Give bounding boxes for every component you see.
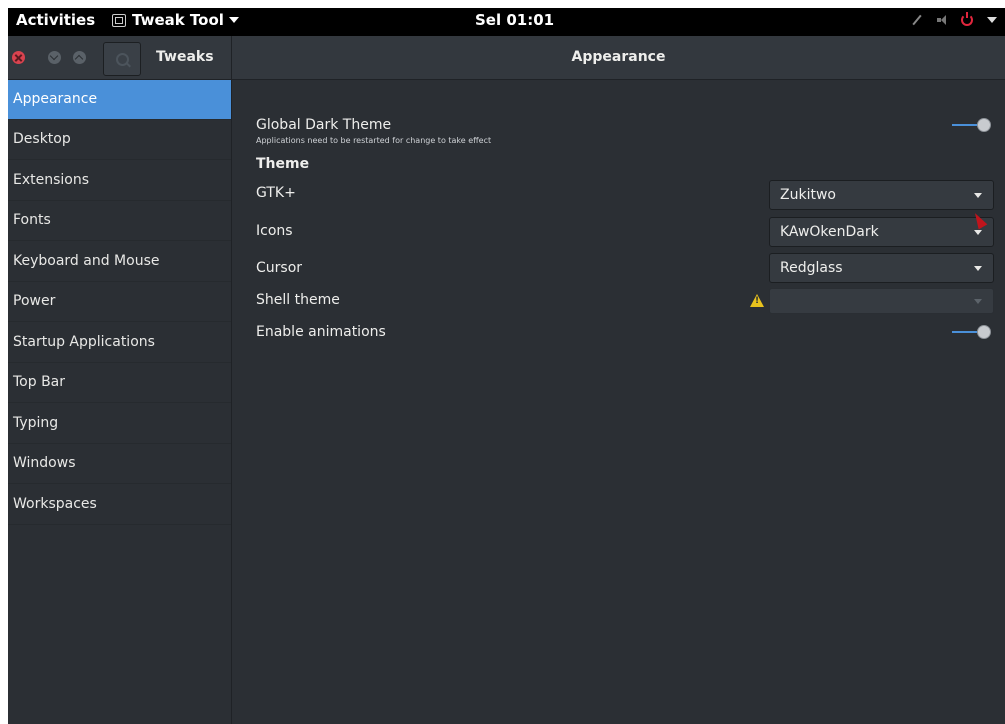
sidebar-item-keyboard-and-mouse[interactable]: Keyboard and Mouse: [8, 242, 231, 282]
app-menu-label: Tweak Tool: [132, 11, 224, 29]
header-bar: Tweaks Appearance: [8, 36, 1005, 80]
warning-icon: [750, 294, 764, 307]
chevron-down-icon: [974, 193, 982, 198]
page-title: Appearance: [571, 49, 666, 65]
volume-icon: [937, 15, 947, 25]
enable-animations-switch[interactable]: [952, 325, 994, 339]
system-tray[interactable]: [911, 12, 997, 26]
sidebar-item-extensions[interactable]: Extensions: [8, 161, 231, 201]
cursor-theme-value: Redglass: [780, 260, 843, 276]
sidebar-item-top-bar[interactable]: Top Bar: [8, 363, 231, 403]
sidebar-item-workspaces[interactable]: Workspaces: [8, 485, 231, 525]
clock[interactable]: Sel 01:01: [475, 11, 554, 29]
chevron-down-icon: [974, 230, 982, 235]
switch-knob: [977, 325, 991, 339]
pen-icon: [912, 14, 922, 26]
cursor-label: Cursor: [256, 260, 303, 276]
cursor-theme-combo[interactable]: Redglass: [769, 253, 994, 283]
restart-note: Applications need to be restarted for ch…: [256, 136, 492, 145]
sidebar-item-startup-applications[interactable]: Startup Applications: [8, 323, 231, 363]
icons-label: Icons: [256, 223, 293, 239]
global-dark-theme-switch[interactable]: [952, 118, 994, 132]
chevron-down-icon: [974, 266, 982, 271]
sidebar: Appearance Desktop Extensions Fonts Keyb…: [8, 80, 232, 724]
sidebar-item-power[interactable]: Power: [8, 282, 231, 322]
global-dark-theme-label: Global Dark Theme: [256, 117, 392, 133]
theme-section-heading: Theme: [256, 156, 310, 172]
shell-theme-label: Shell theme: [256, 292, 340, 308]
sidebar-item-fonts[interactable]: Fonts: [8, 201, 231, 241]
chevron-down-icon: [974, 299, 982, 304]
power-icon: [961, 12, 973, 26]
gtk-label: GTK+: [256, 185, 296, 201]
window-maximize-icon[interactable]: [73, 51, 86, 64]
tweak-tool-icon: [112, 13, 126, 27]
shell-theme-combo: [769, 288, 994, 314]
sidebar-item-typing[interactable]: Typing: [8, 404, 231, 444]
icons-theme-combo[interactable]: KAwOkenDark: [769, 217, 994, 247]
appearance-panel: Global Dark Theme Applications need to b…: [232, 80, 1005, 724]
activities-button[interactable]: Activities: [16, 11, 95, 29]
app-menu-button[interactable]: Tweak Tool: [112, 11, 239, 29]
desktop-screen: Activities Tweak Tool Sel 01:01 Tweaks A…: [8, 8, 1005, 724]
switch-knob: [977, 118, 991, 132]
enable-animations-label: Enable animations: [256, 324, 386, 340]
gtk-theme-combo[interactable]: Zukitwo: [769, 180, 994, 210]
sidebar-item-appearance[interactable]: Appearance: [8, 80, 231, 120]
sidebar-item-desktop[interactable]: Desktop: [8, 120, 231, 160]
icons-theme-value: KAwOkenDark: [780, 224, 879, 240]
gnome-top-bar: Activities Tweak Tool Sel 01:01: [8, 8, 1005, 36]
app-title: Tweaks: [156, 49, 214, 65]
search-button[interactable]: [103, 42, 141, 76]
gtk-theme-value: Zukitwo: [780, 187, 836, 203]
chevron-down-icon: [987, 17, 997, 23]
sidebar-item-windows[interactable]: Windows: [8, 444, 231, 484]
window-close-icon[interactable]: [12, 51, 25, 64]
chevron-down-icon: [228, 17, 239, 23]
window-minimize-icon[interactable]: [48, 51, 61, 64]
